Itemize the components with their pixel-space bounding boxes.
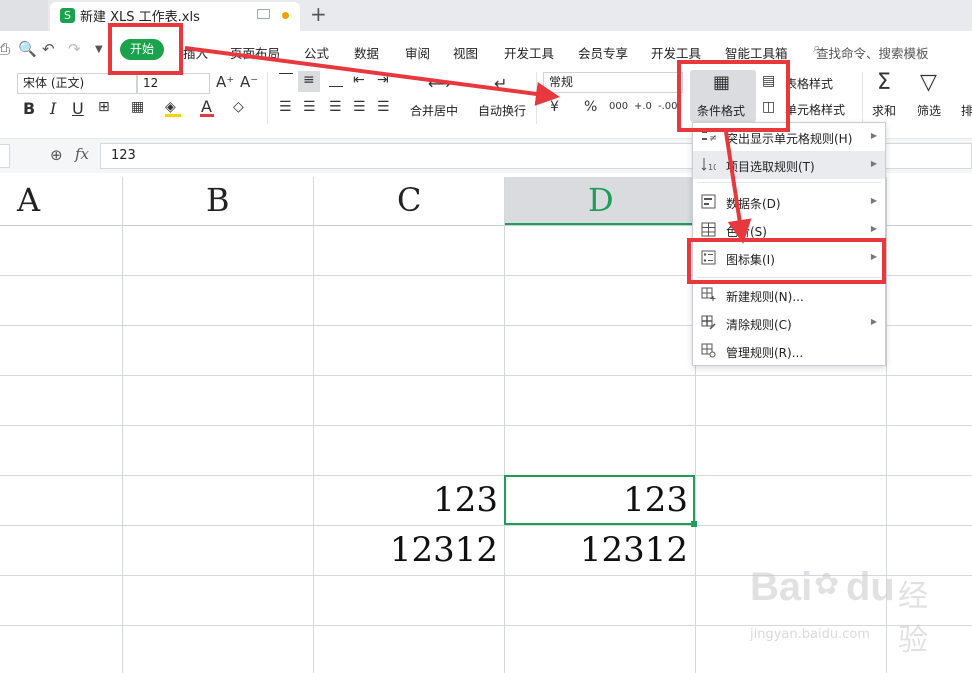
watermark-cn: 经验 xyxy=(898,579,928,658)
watermark-brand: Bai xyxy=(750,565,813,609)
watermark-brand-2: du xyxy=(846,565,895,609)
watermark-url: jingyan.baidu.com xyxy=(750,627,870,642)
arrow-to-cond-format xyxy=(184,46,560,106)
arrow-to-icon-sets xyxy=(724,131,752,244)
paw-icon: ✿ xyxy=(814,567,840,602)
